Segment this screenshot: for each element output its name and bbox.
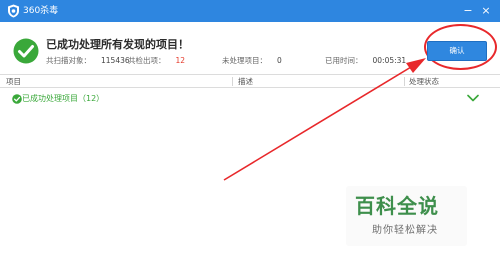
window-title: 360杀毒 — [23, 6, 59, 16]
success-check-icon — [13, 38, 39, 64]
table-header: 项目 描述 处理状态 — [0, 74, 500, 88]
column-divider[interactable] — [232, 77, 233, 86]
column-header-status[interactable]: 处理状态 — [409, 76, 439, 87]
group-row-handled[interactable]: 已成功处理项目（12） — [0, 91, 500, 107]
confirm-button[interactable]: 确认 — [427, 41, 487, 61]
green-check-icon — [12, 94, 22, 104]
watermark-title: 百科全说 — [355, 194, 439, 218]
stat-unhandled: 未处理项目： 0 — [222, 56, 282, 66]
stat-unhandled-label: 未处理项目： — [222, 56, 267, 65]
chevron-down-icon[interactable] — [467, 94, 479, 102]
watermark-subtitle: 助你轻松解决 — [372, 225, 438, 236]
stat-scanned-value: 115436 — [101, 56, 130, 65]
stat-detected: 共检出项： 12 — [128, 56, 185, 66]
stat-scanned-label: 共扫描对象： — [46, 56, 91, 65]
stat-detected-label: 共检出项： — [128, 56, 166, 65]
minimize-button[interactable]: − — [460, 3, 476, 19]
close-button[interactable]: × — [478, 3, 494, 19]
column-divider[interactable] — [404, 77, 405, 86]
stat-unhandled-value: 0 — [277, 56, 282, 65]
column-header-description[interactable]: 描述 — [238, 76, 253, 87]
result-title: 已成功处理所有发现的项目！ — [46, 38, 189, 51]
stat-elapsed-value: 00:05:31 — [372, 56, 407, 65]
title-bar: 360杀毒 − × — [0, 0, 500, 22]
stat-elapsed: 已用时间： 00:05:31 — [325, 56, 406, 66]
column-header-item[interactable]: 项目 — [6, 76, 21, 87]
stat-scanned: 共扫描对象： 115436 — [46, 56, 130, 66]
group-row-label: 已成功处理项目（12） — [22, 94, 105, 103]
stat-elapsed-label: 已用时间： — [325, 56, 363, 65]
stat-detected-value: 12 — [175, 56, 186, 65]
shield-icon — [8, 4, 19, 18]
